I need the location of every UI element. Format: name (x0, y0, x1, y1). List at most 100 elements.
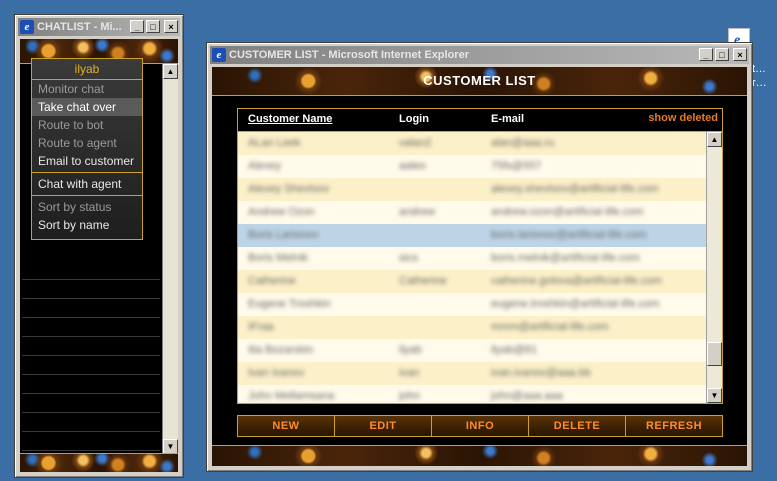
chat-list-divider (22, 298, 160, 299)
chat-list-divider (22, 412, 160, 413)
table-row[interactable]: Alexey Shevtsov alexey.shevtsov@artificia… (238, 178, 706, 201)
scroll-thumb[interactable] (707, 342, 722, 366)
edit-button[interactable]: EDIT (335, 416, 432, 436)
minimize-button[interactable]: _ (130, 20, 144, 33)
cell-customer-name: IFraa (248, 321, 274, 333)
cell-email: boris.melnik@artificial-life.com (491, 252, 640, 264)
refresh-button[interactable]: REFRESH (626, 416, 722, 436)
cell-login: ilyab (399, 344, 422, 356)
close-button[interactable]: × (164, 20, 178, 33)
chatlist-window: e CHATLIST - Mi... _ □ × ▲ ▼ ilyab Monit… (14, 14, 184, 478)
show-deleted-link[interactable]: show deleted (648, 112, 718, 124)
menu-item-take-chat-over[interactable]: Take chat over (32, 98, 142, 116)
cell-email: alexey.shevtsov@artificial-life.com (491, 183, 659, 195)
cell-login: valan2 (399, 137, 432, 149)
cell-login: aaleo (399, 160, 426, 172)
action-button-bar: NEW EDIT INFO DELETE REFRESH (237, 415, 723, 437)
cell-email: ilyab@81 (491, 344, 538, 356)
table-scrollbar[interactable]: ▲ ▼ (706, 132, 722, 403)
menu-separator (32, 195, 142, 196)
chat-context-menu: ilyab Monitor chat Take chat over Route … (31, 58, 143, 240)
column-header-email: E-mail (491, 113, 525, 125)
table-row[interactable]: Eugene Troshkin eugene.troshkin@artificia… (238, 293, 706, 316)
chat-list-divider (22, 336, 160, 337)
table-row[interactable]: Alexey aaleo 75fs@557 (238, 155, 706, 178)
ie-icon: e (20, 20, 34, 34)
chat-list-divider (22, 393, 160, 394)
customer-list-titlebar[interactable]: e CUSTOMER LIST - Microsoft Internet Exp… (210, 46, 749, 64)
cell-email: mmm@artificial-life.com (491, 321, 609, 333)
chat-list-divider (22, 374, 160, 375)
scroll-up-button[interactable]: ▲ (707, 132, 722, 147)
banner-image: CUSTOMER LIST (212, 67, 747, 96)
cell-customer-name: John Mellamsana (248, 390, 335, 402)
cell-email: eugene.troshkin@artificial-life.com (491, 298, 660, 310)
delete-button[interactable]: DELETE (529, 416, 626, 436)
cell-email: 75fs@557 (491, 160, 542, 172)
menu-item-email-to-customer[interactable]: Email to customer (32, 152, 142, 170)
cell-customer-name: Ivan Ivanov (248, 367, 305, 379)
cell-customer-name: Alexey Shevtsov (248, 183, 330, 195)
table-row[interactable]: Boris Melnik sics boris.melnik@artificial-… (238, 247, 706, 270)
cell-login: Catherine (399, 275, 447, 287)
cell-email: boris.larionov@artificial-life.com (491, 229, 647, 241)
column-header-customer-name[interactable]: Customer Name (248, 113, 332, 125)
customer-list-window: e CUSTOMER LIST - Microsoft Internet Exp… (206, 42, 753, 472)
table-body: ALan Leek valan2 alan@aaa.ru Alexey aaleo 75f… (238, 132, 706, 402)
menu-item-sort-by-status: Sort by status (38, 200, 112, 214)
minimize-button[interactable]: _ (699, 48, 713, 61)
menu-item-sort-by-name[interactable]: Sort by name (32, 216, 142, 234)
customer-list-content: CUSTOMER LIST Customer Name Login E-mail… (212, 67, 747, 466)
maximize-button[interactable]: □ (146, 20, 160, 33)
chat-list-divider (22, 355, 160, 356)
chat-list-divider (22, 450, 160, 451)
menu-item-chat-with-agent[interactable]: Chat with agent (32, 175, 142, 193)
table-header: Customer Name Login E-mail show deleted (238, 109, 722, 132)
footer-image (212, 445, 747, 466)
cell-customer-name: Alexey (248, 160, 282, 172)
menu-item-monitor-chat: Monitor chat (38, 82, 105, 96)
cell-customer-name: Andrew Ozon (248, 206, 315, 218)
table-row[interactable]: IFraa mmm@artificial-life.com (238, 316, 706, 339)
table-row[interactable]: John Mellamsana john john@aaa.aaa (238, 385, 706, 402)
table-row[interactable]: Ilia Bozarskin ilyab ilyab@81 (238, 339, 706, 362)
menu-item-route-to-agent: Route to agent (38, 136, 117, 150)
maximize-button[interactable]: □ (715, 48, 729, 61)
table-row-selected[interactable]: Boris Larionov boris.larionov@artificial-… (238, 224, 706, 247)
new-button[interactable]: NEW (238, 416, 335, 436)
cell-email: john@aaa.aaa (491, 390, 563, 402)
scroll-down-button[interactable]: ▼ (707, 388, 722, 403)
customer-table: Customer Name Login E-mail show deleted … (237, 108, 723, 404)
column-header-login: Login (399, 113, 429, 125)
cell-login: sics (399, 252, 418, 264)
cell-customer-name: Boris Melnik (248, 252, 308, 264)
info-button[interactable]: INFO (432, 416, 529, 436)
page-title: CUSTOMER LIST (423, 73, 536, 88)
cell-customer-name: Ilia Bozarskin (248, 344, 314, 356)
menu-header-username: ilyab (32, 59, 142, 80)
chat-list-divider (22, 279, 160, 280)
cell-email: alan@aaa.ru (491, 137, 555, 149)
table-row[interactable]: ALan Leek valan2 alan@aaa.ru (238, 132, 706, 155)
chatlist-titlebar[interactable]: e CHATLIST - Mi... _ □ × (18, 18, 180, 36)
footer-image (20, 453, 178, 472)
cell-email: catherine.golova@artificial-life.com (491, 275, 662, 287)
menu-separator (32, 172, 142, 173)
chat-list-scrollbar[interactable]: ▲ ▼ (162, 64, 178, 454)
chat-list-divider (22, 317, 160, 318)
table-row[interactable]: Ivan Ivanov ivan ivan.ivanov@aaa.bb (238, 362, 706, 385)
scroll-down-button[interactable]: ▼ (163, 439, 178, 454)
cell-customer-name: ALan Leek (248, 137, 301, 149)
desktop-shortcut-label[interactable]: t… r… (752, 62, 767, 90)
close-button[interactable]: × (733, 48, 747, 61)
cell-customer-name: Catherine (248, 275, 296, 287)
cell-email: andrew.ozon@artificial-life.com (491, 206, 644, 218)
window-title: CHATLIST - Mi... (37, 21, 122, 33)
ie-icon: e (212, 48, 226, 62)
table-row[interactable]: Catherine Catherine catherine.golova@artif… (238, 270, 706, 293)
cell-login: andrew (399, 206, 436, 218)
scroll-up-button[interactable]: ▲ (163, 64, 178, 79)
cell-customer-name: Eugene Troshkin (248, 298, 331, 310)
cell-customer-name: Boris Larionov (248, 229, 319, 241)
table-row[interactable]: Andrew Ozon andrew andrew.ozon@artificial-… (238, 201, 706, 224)
